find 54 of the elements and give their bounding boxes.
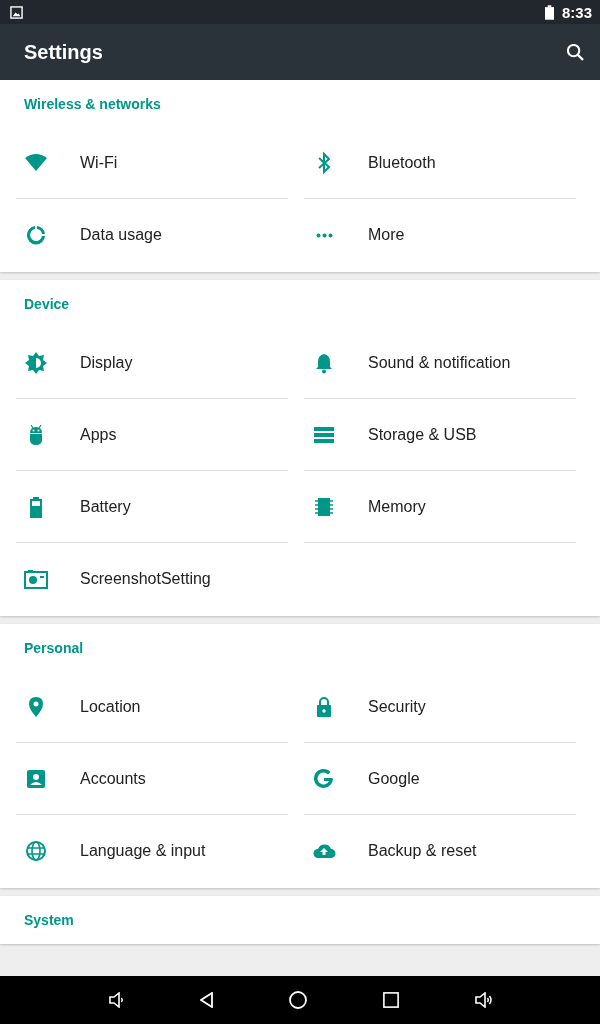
section-header: Wireless & networks bbox=[23, 95, 162, 114]
settings-item[interactable]: Storage & USB bbox=[304, 399, 576, 471]
item-label: Security bbox=[368, 697, 426, 716]
settings-item[interactable]: Apps bbox=[16, 399, 288, 471]
settings-item[interactable]: Memory bbox=[304, 471, 576, 543]
settings-item[interactable]: Location bbox=[16, 671, 288, 743]
settings-item[interactable]: Sound & notification bbox=[304, 327, 576, 399]
settings-item[interactable]: Backup & reset bbox=[304, 815, 576, 887]
toolbar-title: Settings bbox=[24, 40, 104, 64]
item-label: Wi-Fi bbox=[80, 153, 118, 172]
data-usage-icon bbox=[24, 223, 48, 247]
item-label: Language & input bbox=[80, 842, 206, 860]
item-label: Storage & USB bbox=[368, 425, 477, 444]
screenshot-camera-icon bbox=[24, 567, 48, 591]
item-label: Bluetooth bbox=[368, 153, 436, 172]
item-label: Memory bbox=[368, 497, 426, 516]
item-label: Sound & notification bbox=[368, 353, 511, 372]
item-label: Accounts bbox=[80, 769, 146, 788]
settings-item[interactable]: Wi-Fi bbox=[16, 127, 288, 199]
item-label: Display bbox=[80, 353, 133, 372]
settings-item[interactable]: More bbox=[304, 199, 576, 271]
item-label: ScreenshotSetting bbox=[80, 570, 211, 588]
item-label: Backup & reset bbox=[368, 842, 477, 860]
item-label: Battery bbox=[80, 497, 131, 516]
back-triangle-icon bbox=[199, 992, 213, 1008]
settings-item[interactable]: Data usage bbox=[16, 199, 288, 271]
clock-time: 8:33 bbox=[561, 3, 592, 21]
settings-item[interactable]: Bluetooth bbox=[304, 127, 576, 199]
settings-item[interactable]: Battery bbox=[16, 471, 288, 543]
section-header: Personal bbox=[23, 639, 85, 658]
settings-item[interactable]: Display bbox=[16, 327, 288, 399]
settings-item[interactable]: Language & input bbox=[16, 815, 288, 887]
section-header: System bbox=[23, 911, 75, 930]
speaker-low-icon bbox=[108, 992, 124, 1008]
battery-icon bbox=[544, 4, 554, 20]
settings-item[interactable]: Google bbox=[304, 743, 576, 815]
item-label: Google bbox=[368, 769, 420, 788]
speaker-high-icon bbox=[474, 992, 492, 1008]
section-header: Device bbox=[23, 295, 71, 314]
image-notification-icon bbox=[10, 5, 23, 19]
item-label: Location bbox=[80, 697, 141, 716]
settings-item[interactable]: ScreenshotSetting bbox=[16, 543, 288, 615]
home-circle-icon bbox=[288, 991, 307, 1009]
more-dots-icon bbox=[315, 232, 333, 238]
recents-square-icon bbox=[382, 992, 399, 1008]
g-letter-icon bbox=[312, 766, 336, 791]
brightness-icon bbox=[24, 350, 48, 375]
item-label: More bbox=[368, 226, 405, 244]
item-label: Data usage bbox=[80, 226, 162, 244]
search-icon bbox=[567, 43, 584, 61]
item-label: Apps bbox=[80, 425, 117, 444]
settings-item[interactable]: Security bbox=[304, 671, 576, 743]
globe-icon bbox=[24, 839, 48, 863]
settings-item[interactable]: Accounts bbox=[16, 743, 288, 815]
